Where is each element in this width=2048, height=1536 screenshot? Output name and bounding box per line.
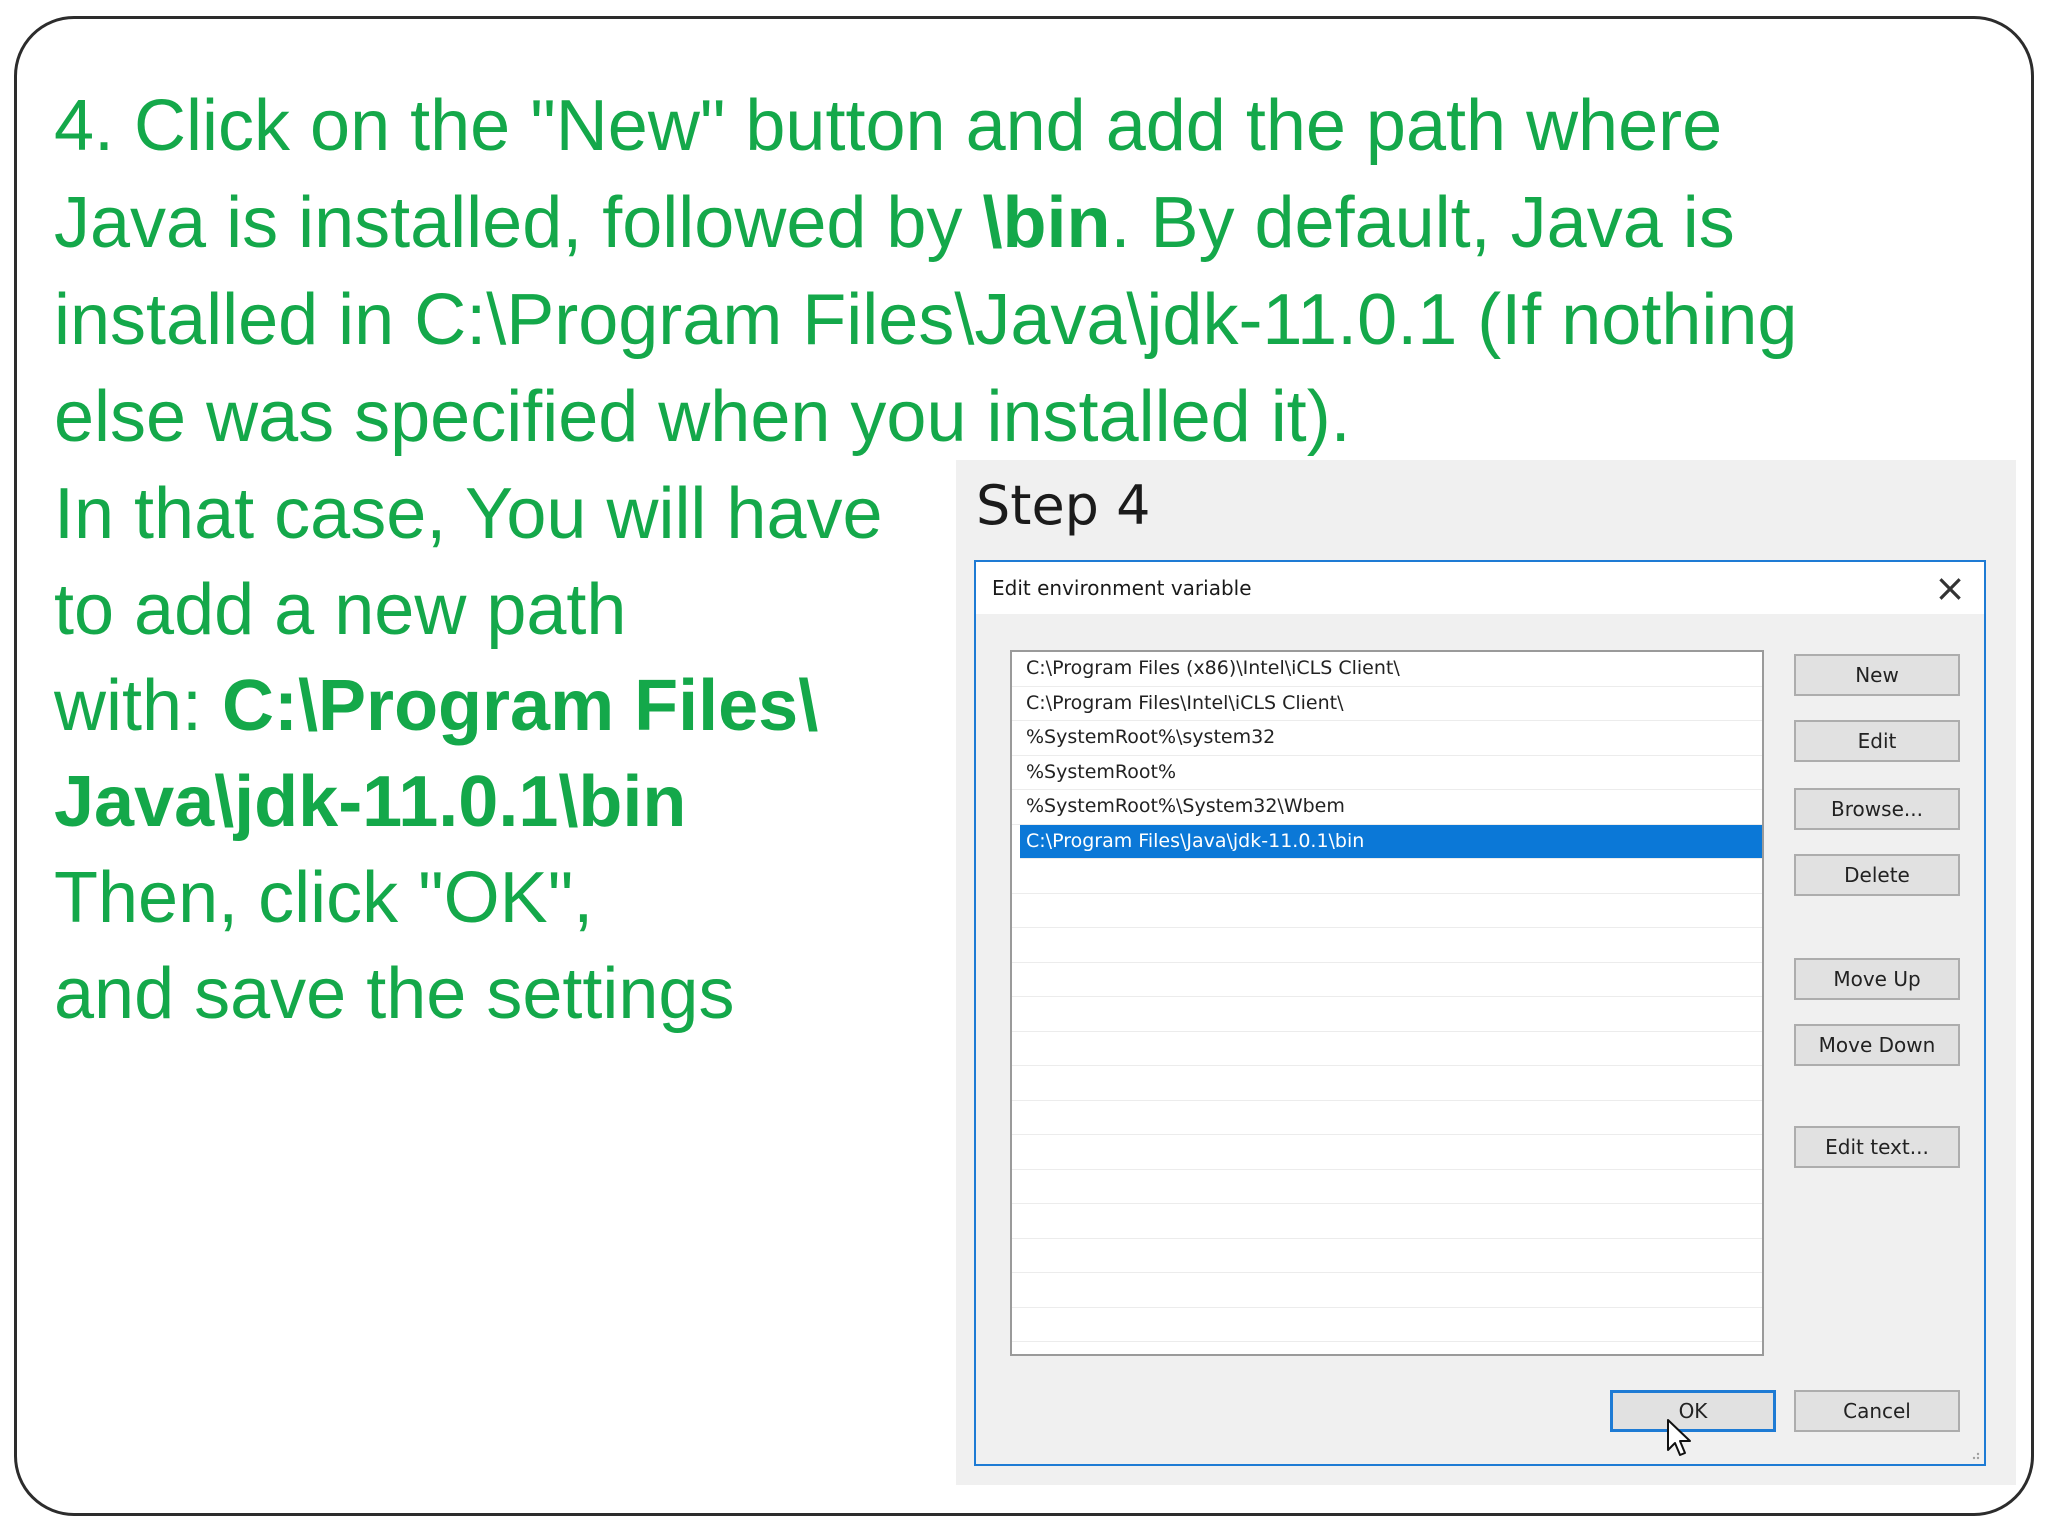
list-item-empty[interactable]	[1012, 1204, 1762, 1239]
list-item-empty[interactable]	[1012, 1066, 1762, 1101]
instruction-text: with:	[54, 666, 223, 746]
intro-paragraph: 4. Click on the "New" button and add the…	[54, 78, 2014, 466]
dialog-title: Edit environment variable	[992, 576, 1252, 600]
mouse-pointer-icon	[1667, 1419, 1691, 1456]
instruction-line: Then, click "OK",	[54, 858, 594, 938]
cancel-button[interactable]: Cancel	[1794, 1390, 1960, 1432]
move-up-button[interactable]: Move Up	[1794, 958, 1960, 1000]
list-item-empty[interactable]	[1012, 1101, 1762, 1135]
list-item-empty[interactable]	[1012, 859, 1762, 894]
edit-button[interactable]: Edit	[1794, 720, 1960, 762]
intro-text: Java is installed, followed by	[54, 183, 983, 263]
intro-text: . By default, Java is	[1110, 183, 1735, 263]
list-item-empty[interactable]	[1012, 963, 1762, 997]
bin-emphasis: \bin	[982, 183, 1111, 263]
list-item-selected[interactable]: C:\Program Files\Java\jdk-11.0.1\bin	[1020, 824, 1762, 859]
close-icon[interactable]: ×	[1934, 566, 1966, 610]
dialog-titlebar: Edit environment variable ×	[976, 562, 1984, 614]
instruction-line: In that case, You will have	[54, 474, 883, 554]
browse-button[interactable]: Browse...	[1794, 788, 1960, 830]
intro-line: 4. Click on the "New" button and add the…	[54, 86, 1723, 166]
screenshot-panel: Step 4 Edit environment variable × C:\Pr…	[956, 460, 2016, 1485]
list-item-empty[interactable]	[1012, 1170, 1762, 1204]
list-item-empty[interactable]	[1012, 1032, 1762, 1066]
list-item[interactable]: %SystemRoot%	[1012, 756, 1762, 790]
edit-text-button[interactable]: Edit text...	[1794, 1126, 1960, 1168]
edit-env-dialog: Edit environment variable × C:\Program F…	[974, 560, 1986, 1466]
step-caption: Step 4	[976, 474, 1151, 537]
list-item[interactable]: %SystemRoot%\system32	[1012, 721, 1762, 756]
list-item[interactable]: %SystemRoot%\System32\Wbem	[1012, 790, 1762, 825]
instruction-line: and save the settings	[54, 954, 735, 1034]
list-item[interactable]: C:\Program Files (x86)\Intel\iCLS Client…	[1012, 652, 1762, 687]
list-item-empty[interactable]	[1012, 1239, 1762, 1273]
path-emphasis: C:\Program Files\	[222, 666, 819, 746]
instruction-line: to add a new path	[54, 570, 627, 650]
delete-button[interactable]: Delete	[1794, 854, 1960, 896]
path-list[interactable]: C:\Program Files (x86)\Intel\iCLS Client…	[1010, 650, 1764, 1356]
list-item-empty[interactable]	[1012, 1135, 1762, 1170]
instruction-line: Java\jdk-11.0.1\bin	[54, 754, 954, 850]
new-button[interactable]: New	[1794, 654, 1960, 696]
intro-line: installed in C:\Program Files\Java\jdk-1…	[54, 280, 1798, 360]
move-down-button[interactable]: Move Down	[1794, 1024, 1960, 1066]
list-item-empty[interactable]	[1012, 1273, 1762, 1308]
instruction-line: with: C:\Program Files\	[54, 658, 954, 754]
list-item-empty[interactable]	[1012, 1308, 1762, 1342]
intro-line: else was specified when you installed it…	[54, 377, 1351, 457]
path-emphasis: Java\jdk-11.0.1\bin	[54, 762, 687, 842]
resize-grip-icon[interactable]	[1968, 1448, 1980, 1460]
instruction-lines: In that case, You will have to add a new…	[54, 466, 954, 1042]
list-item-empty[interactable]	[1012, 997, 1762, 1032]
list-item[interactable]: C:\Program Files\Intel\iCLS Client\	[1012, 687, 1762, 721]
list-item-empty[interactable]	[1012, 928, 1762, 963]
intro-line: Java is installed, followed by \bin. By …	[54, 175, 2014, 272]
list-item-empty[interactable]	[1012, 894, 1762, 928]
